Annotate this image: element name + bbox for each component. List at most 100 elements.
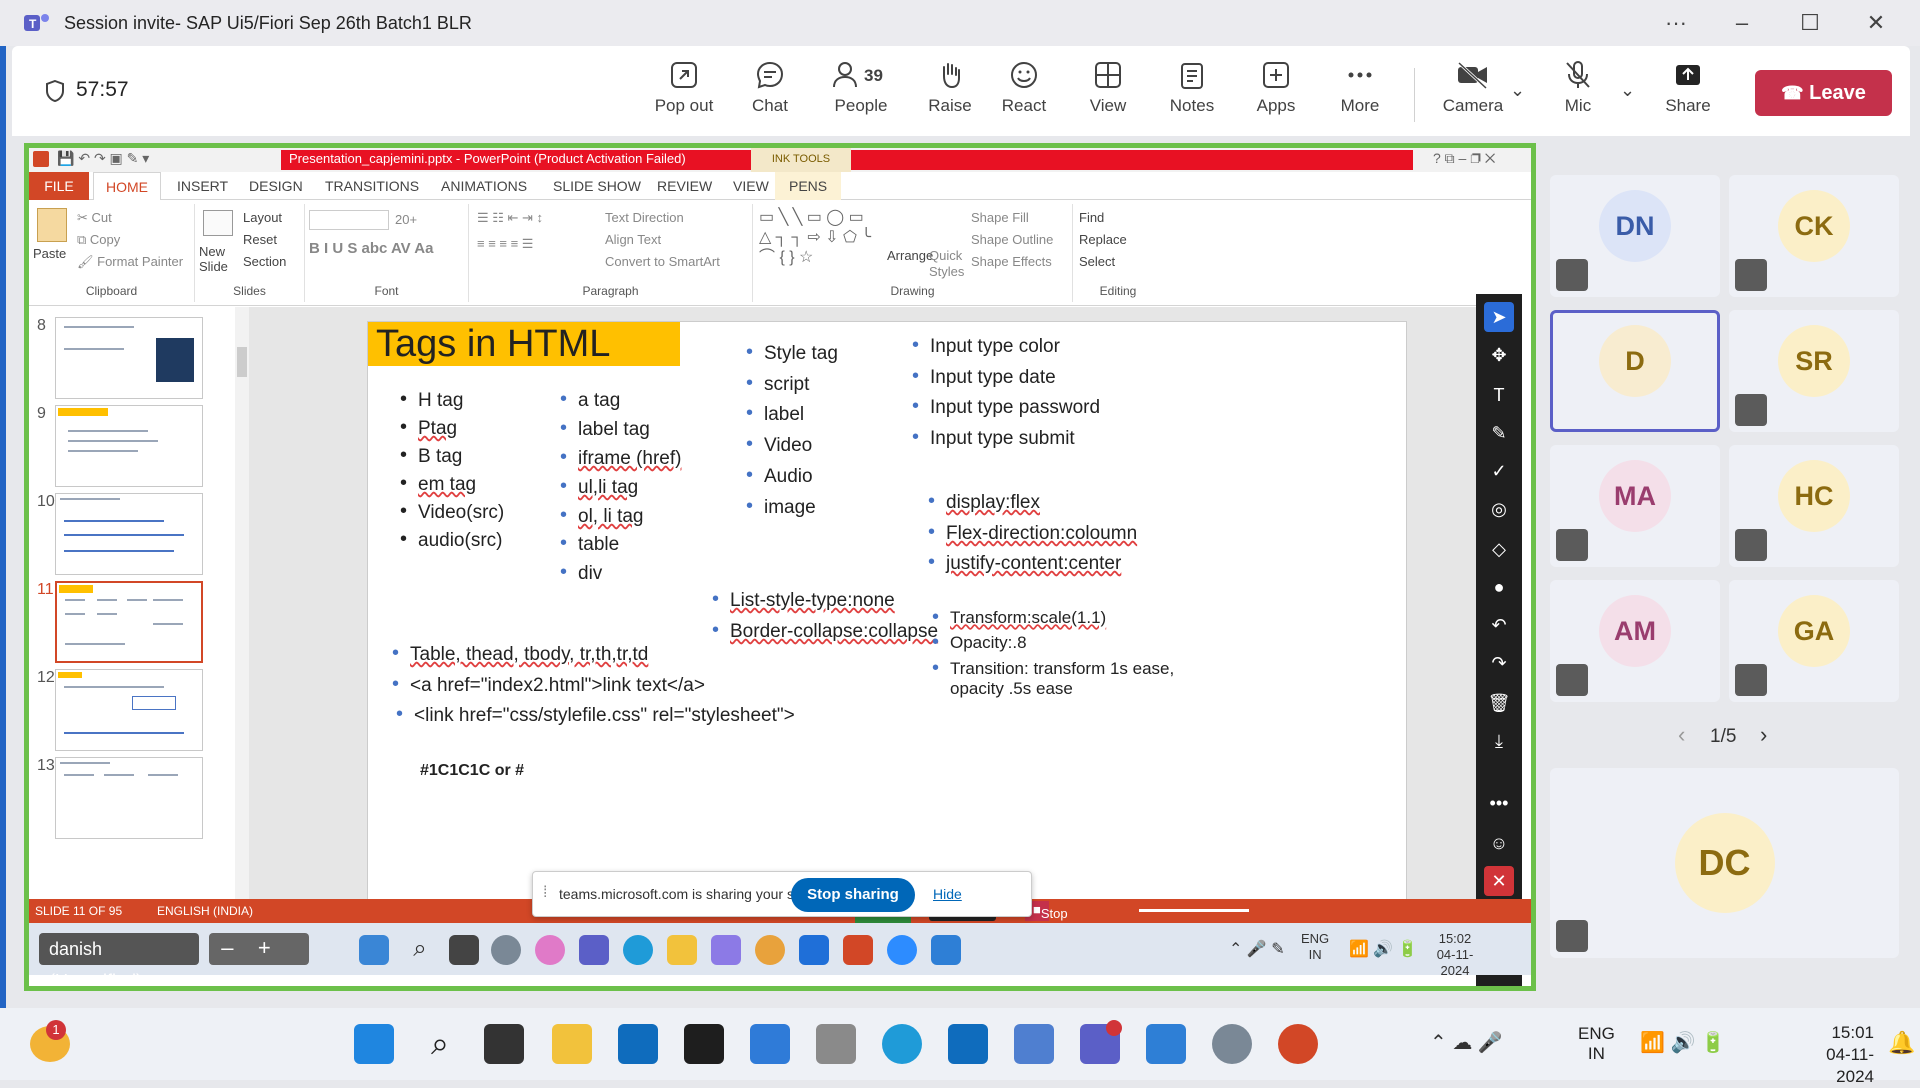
store-icon[interactable] xyxy=(618,1024,658,1064)
quick-access-icons[interactable]: 💾 ↶ ↷ ▣ ✎ ▾ xyxy=(57,150,149,167)
close-ink-icon[interactable]: ✕ xyxy=(1484,866,1514,896)
download-icon[interactable]: ⤓ xyxy=(1484,726,1514,756)
input-language[interactable]: ENG IN xyxy=(1301,931,1329,963)
cut-button[interactable]: ✂ Cut xyxy=(77,210,112,226)
pen-tool-icon[interactable]: ✎ xyxy=(1484,418,1514,448)
task-view-icon[interactable] xyxy=(449,935,479,965)
vscode-icon[interactable] xyxy=(1146,1024,1186,1064)
more-tools-icon[interactable]: ••• xyxy=(1484,788,1514,818)
participant-tile[interactable]: MA xyxy=(1550,445,1720,567)
participant-tile-active[interactable]: D xyxy=(1550,310,1720,432)
explorer-icon[interactable] xyxy=(667,935,697,965)
tab-transitions[interactable]: TRANSITIONS xyxy=(325,178,419,194)
find-button[interactable]: Find xyxy=(1079,210,1104,225)
next-page-icon[interactable]: › xyxy=(1760,722,1767,748)
settings-icon[interactable] xyxy=(1212,1024,1252,1064)
text-tool-icon[interactable]: T xyxy=(1484,380,1514,410)
convert-smartart-button[interactable]: Convert to SmartArt xyxy=(605,254,720,269)
self-view-tile[interactable]: DC xyxy=(1550,768,1899,958)
tab-review[interactable]: REVIEW xyxy=(657,178,712,194)
mail-icon[interactable] xyxy=(799,935,829,965)
terminal-icon[interactable] xyxy=(684,1024,724,1064)
camera-button[interactable]: Camera xyxy=(1428,60,1518,130)
teams-icon[interactable] xyxy=(579,935,609,965)
arrange-button[interactable]: Arrange xyxy=(887,248,933,263)
more-options-icon[interactable]: ··· xyxy=(1656,8,1696,38)
maximize-button[interactable]: ☐ xyxy=(1790,8,1830,38)
participant-tile[interactable]: CK xyxy=(1729,175,1899,297)
tray-icons[interactable]: ⌃ 🎤 ✎ xyxy=(1229,939,1285,959)
tab-insert[interactable]: INSERT xyxy=(177,178,228,194)
move-tool-icon[interactable]: ✥ xyxy=(1484,340,1514,370)
slide-thumbnail-12[interactable] xyxy=(55,669,203,751)
zoom-slider[interactable] xyxy=(1139,909,1249,912)
mic-options-chevron-icon[interactable]: ⌄ xyxy=(1620,80,1635,101)
color-dot-icon[interactable]: ● xyxy=(1484,572,1514,602)
people-button[interactable]: 39 People xyxy=(816,60,906,130)
raise-hand-button[interactable]: Raise xyxy=(910,60,990,130)
powerpoint-icon[interactable] xyxy=(1278,1024,1318,1064)
paste-button[interactable]: Paste xyxy=(33,246,66,261)
new-slide-button[interactable]: New Slide xyxy=(199,244,239,274)
list-icons[interactable]: ☰ ☷ ⇤ ⇥ ↕ xyxy=(477,210,543,226)
slide-thumbnail-13[interactable] xyxy=(55,757,203,839)
eraser-tool-icon[interactable]: ◇ xyxy=(1484,534,1514,564)
more-button[interactable]: More xyxy=(1320,60,1400,130)
hide-link[interactable]: Hide xyxy=(933,886,962,902)
font-size-input[interactable]: 20+ xyxy=(395,212,417,227)
powerpoint-icon[interactable] xyxy=(843,935,873,965)
thumbnail-scrollbar[interactable] xyxy=(235,307,249,899)
slide-thumbnail-8[interactable] xyxy=(55,317,203,399)
participant-tile[interactable]: GA xyxy=(1729,580,1899,702)
tab-view[interactable]: VIEW xyxy=(733,178,769,194)
zoom-controls[interactable]: – + xyxy=(209,933,309,965)
redo-icon[interactable]: ↷ xyxy=(1484,648,1514,678)
participant-tile[interactable]: SR xyxy=(1729,310,1899,432)
camera-options-chevron-icon[interactable]: ⌄ xyxy=(1510,80,1525,101)
windows-start-icon[interactable] xyxy=(359,935,389,965)
slide-thumbnail-10[interactable] xyxy=(55,493,203,575)
copilot-icon[interactable] xyxy=(535,935,565,965)
mic-button[interactable]: Mic xyxy=(1538,60,1618,130)
outlook-icon[interactable] xyxy=(948,1024,988,1064)
select-button[interactable]: Select xyxy=(1079,254,1115,269)
tab-slideshow[interactable]: SLIDE SHOW xyxy=(553,178,641,194)
vscode-icon[interactable] xyxy=(931,935,961,965)
edge-icon[interactable] xyxy=(882,1024,922,1064)
minimize-button[interactable]: – xyxy=(1722,8,1762,38)
pointer-tool-icon[interactable]: ➤ xyxy=(1484,302,1514,332)
popout-button[interactable]: Pop out xyxy=(644,60,724,130)
windows-start-icon[interactable] xyxy=(354,1024,394,1064)
view-button[interactable]: View xyxy=(1068,60,1148,130)
text-direction-button[interactable]: Text Direction xyxy=(605,210,684,225)
file-explorer-icon[interactable] xyxy=(552,1024,592,1064)
settings-icon[interactable] xyxy=(491,935,521,965)
shape-effects-button[interactable]: Shape Effects xyxy=(971,254,1052,269)
shapes-gallery[interactable]: ▭ ╲ ╲ ▭ ◯ ▭ △ ┐ ┐ ⇨ ⇩ ⬠ ╰ ⌒ { } ☆ xyxy=(759,208,879,268)
network-volume-icons[interactable]: 📶 🔊 🔋 xyxy=(1349,939,1418,959)
target-tool-icon[interactable]: ◎ xyxy=(1484,494,1514,524)
app-icon[interactable] xyxy=(1014,1024,1054,1064)
quick-styles-button[interactable]: Quick Styles xyxy=(929,248,965,280)
calculator-icon[interactable] xyxy=(816,1024,856,1064)
app-icon[interactable] xyxy=(711,935,741,965)
format-painter-button[interactable]: 🖌 Format Painter xyxy=(77,254,183,270)
stop-sharing-button[interactable]: Stop sharing xyxy=(791,878,915,912)
input-language[interactable]: ENG IN xyxy=(1578,1024,1615,1064)
system-clock[interactable]: 15:01 04-11-2024 xyxy=(1790,1022,1874,1088)
react-button[interactable]: React xyxy=(984,60,1064,130)
align-text-button[interactable]: Align Text xyxy=(605,232,661,247)
slide-thumbnail-11[interactable] xyxy=(55,581,203,663)
notification-bell-icon[interactable]: 🔔 xyxy=(1888,1030,1915,1056)
undo-icon[interactable]: ↶ xyxy=(1484,610,1514,640)
task-view-icon[interactable] xyxy=(484,1024,524,1064)
tray-icons[interactable]: ⌃ ☁ 🎤 xyxy=(1430,1030,1503,1055)
replace-button[interactable]: Replace xyxy=(1079,232,1127,247)
tab-pens[interactable]: PENS xyxy=(775,172,842,200)
format-icons[interactable]: B I U S abc AV Aa xyxy=(309,240,433,257)
font-name-input[interactable] xyxy=(309,210,389,230)
ppt-window-controls[interactable]: ? ⧉ – ❐ ✕ xyxy=(1433,150,1495,167)
apps-button[interactable]: Apps xyxy=(1236,60,1316,130)
edge-icon[interactable] xyxy=(623,935,653,965)
slide-11[interactable]: Tags in HTML • H tag • Ptag • B tag • em tag… xyxy=(367,321,1407,921)
